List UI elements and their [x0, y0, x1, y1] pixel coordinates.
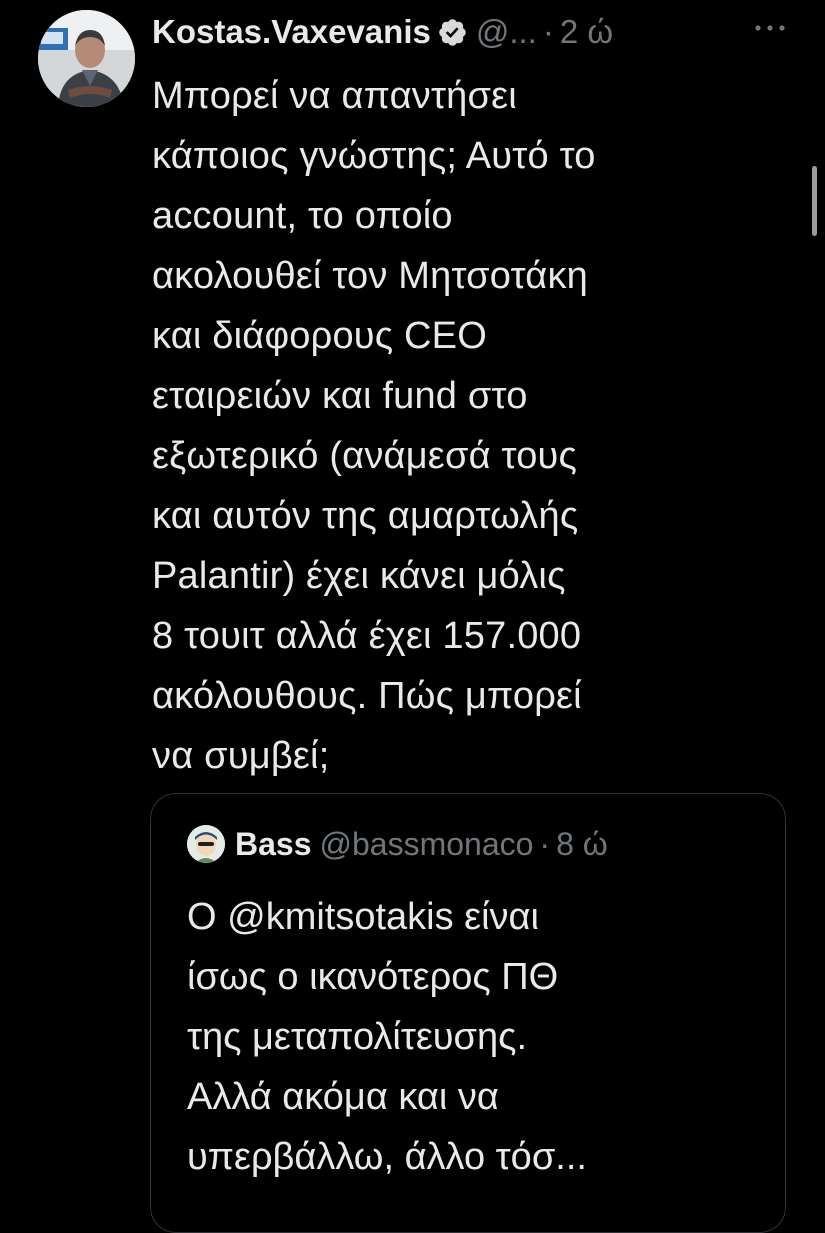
- tweet-text-line: και διάφορους CEO: [152, 315, 487, 357]
- quoted-tweet-card[interactable]: Bass @bassmonaco · 8 ώ Ο @kmitsotakis εί…: [150, 793, 786, 1233]
- tweet: Kostas.Vaxevanis @... · 2 ώ Μπορεί να απ…: [0, 0, 825, 1233]
- author-avatar[interactable]: [38, 10, 135, 107]
- tweet-text-line: Μπορεί να απαντήσει: [152, 75, 517, 117]
- quoted-tweet-text: Ο @kmitsotakis είναι ίσως ο ικανότερος Π…: [187, 887, 767, 1187]
- quoted-text-line: Ο @kmitsotakis είναι: [187, 896, 539, 938]
- author-name[interactable]: Kostas.Vaxevanis: [152, 10, 431, 54]
- quoted-author-handle[interactable]: @bassmonaco: [320, 826, 534, 863]
- tweet-text-line: και αυτόν της αμαρτωλής: [152, 495, 579, 537]
- tweet-text-line: ακολουθεί τον Μητσοτάκη: [152, 255, 588, 297]
- quoted-tweet-timestamp[interactable]: 8 ώ: [556, 826, 608, 863]
- author-handle[interactable]: @...: [476, 10, 537, 54]
- quoted-author-avatar[interactable]: [187, 825, 225, 863]
- author-avatar-image: [38, 10, 135, 107]
- tweet-text-line: να συμβεί;: [152, 735, 330, 777]
- quoted-tweet-header: Bass @bassmonaco · 8 ώ: [187, 824, 608, 864]
- quoted-text-line: υπερβάλλω, άλλο τόσ...: [187, 1136, 587, 1178]
- verified-badge-icon: [439, 18, 466, 46]
- tweet-header: Kostas.Vaxevanis @... · 2 ώ: [152, 10, 792, 54]
- tweet-text-line: ακόλουθους. Πώς μπορεί: [152, 675, 582, 717]
- tweet-text-line: εξωτερικό (ανάμεσά τους: [152, 435, 578, 477]
- quoted-header-separator: ·: [539, 825, 551, 862]
- quoted-author-avatar-image: [187, 825, 225, 863]
- tweet-text-line: Palantir) έχει κάνει μόλις: [152, 555, 566, 597]
- quoted-text-line: της μεταπολίτευσης.: [187, 1016, 528, 1058]
- scrollbar-thumb[interactable]: [812, 166, 817, 236]
- tweet-text-line: εταιρειών και fund στο: [152, 375, 528, 417]
- tweet-text-line: 8 τουιτ αλλά έχει 157.000: [152, 615, 582, 657]
- tweet-text-line: κάποιος γνώστης; Αυτό το: [152, 135, 596, 177]
- quoted-text-line: ίσως ο ικανότερος ΠΘ: [187, 956, 559, 998]
- tweet-timestamp[interactable]: 2 ώ: [560, 10, 613, 54]
- header-separator: ·: [542, 13, 554, 50]
- tweet-text-line: account, το οποίο: [152, 195, 453, 237]
- quoted-author-name[interactable]: Bass: [235, 826, 312, 863]
- quoted-text-line: Αλλά ακόμα και να: [187, 1076, 499, 1118]
- tweet-text: Μπορεί να απαντήσει κάποιος γνώστης; Αυτ…: [152, 66, 792, 786]
- more-options-icon[interactable]: [750, 12, 790, 48]
